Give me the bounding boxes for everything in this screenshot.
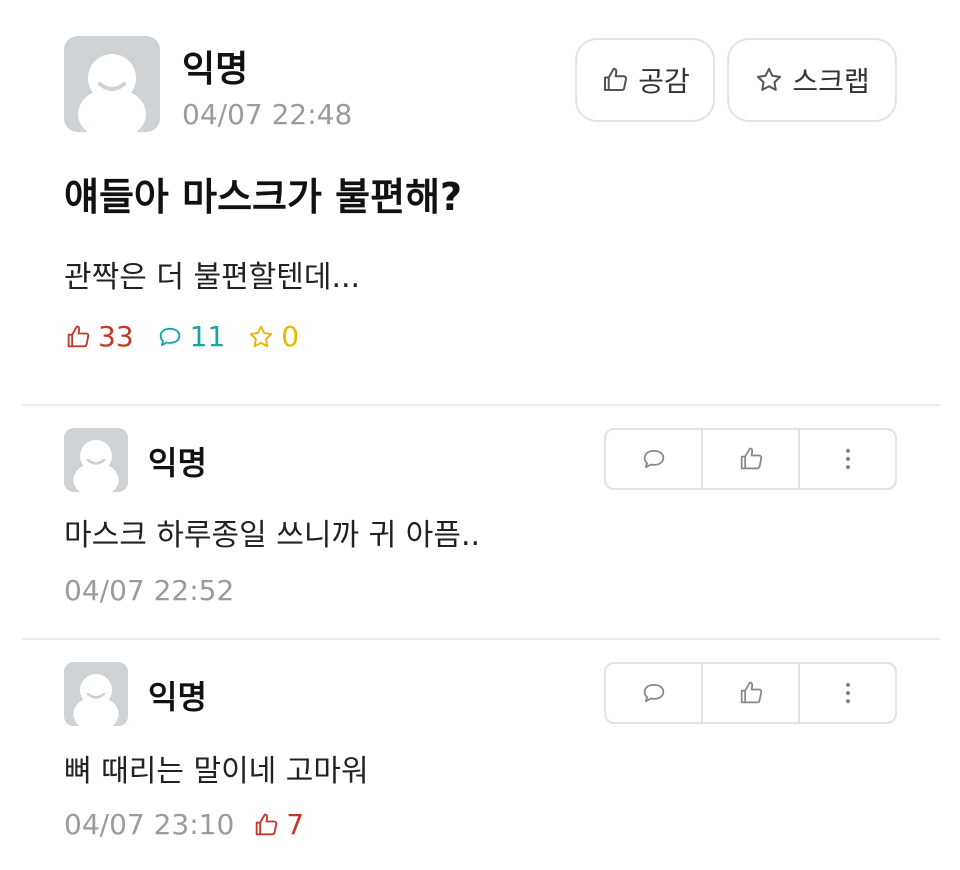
speech-bubble-icon — [643, 449, 664, 469]
more-vertical-icon — [845, 448, 850, 470]
star-icon — [250, 325, 273, 347]
like-button-label: 공감 — [638, 65, 690, 98]
reply-button[interactable] — [606, 664, 703, 722]
comment-author-name: 익명 — [148, 444, 207, 482]
comment-like-button[interactable] — [703, 664, 800, 722]
star-icon — [757, 67, 782, 91]
comment-count: 11 — [156, 320, 226, 353]
thumbs-up-icon — [256, 813, 278, 835]
post-body: 관짝은 더 불편할텐데... — [64, 260, 361, 295]
comment-timestamp: 04/07 22:52 — [64, 574, 235, 607]
scrap-count: 0 — [247, 320, 299, 353]
scrap-count-value: 0 — [281, 320, 300, 353]
reply-button[interactable] — [606, 430, 703, 488]
thumbs-up-icon — [740, 681, 762, 704]
post-stats: 33 11 0 — [64, 320, 299, 353]
more-vertical-icon — [845, 682, 850, 704]
post-author-avatar — [64, 36, 160, 132]
comment-actions — [604, 662, 897, 724]
comment-text: 마스크 하루종일 쓰니까 귀 아픔.. — [64, 518, 481, 553]
comment-count-value: 11 — [189, 320, 226, 353]
thumbs-up-icon — [604, 67, 628, 91]
divider — [22, 638, 940, 640]
comment-meta: 04/07 23:10 7 — [64, 808, 304, 841]
comment-author-avatar — [64, 662, 128, 726]
avatar-placeholder-icon — [64, 662, 128, 726]
post-title: 얘들아 마스크가 불편해? — [64, 175, 463, 219]
comment-author-avatar — [64, 428, 128, 492]
comment-timestamp: 04/07 23:10 — [64, 808, 235, 841]
comment-like-count-value: 7 — [286, 808, 305, 841]
like-count-value: 33 — [98, 320, 134, 353]
more-options-button[interactable] — [800, 430, 895, 488]
speech-bubble-icon — [643, 683, 664, 703]
scrap-button[interactable]: 스크랩 — [727, 38, 897, 122]
more-options-button[interactable] — [800, 664, 895, 722]
comment-actions — [604, 428, 897, 490]
speech-bubble-icon — [159, 327, 180, 346]
post-timestamp: 04/07 22:48 — [182, 98, 353, 131]
divider — [22, 404, 940, 406]
comment-text: 뼈 때리는 말이네 고마워 — [64, 754, 369, 789]
avatar-placeholder-icon — [64, 36, 160, 132]
post-author-name: 익명 — [182, 49, 249, 90]
like-button[interactable]: 공감 — [575, 38, 715, 122]
comment-like-count: 7 — [252, 808, 304, 841]
thumbs-up-icon — [740, 447, 762, 470]
like-count: 33 — [64, 320, 134, 353]
avatar-placeholder-icon — [64, 428, 128, 492]
scrap-button-label: 스크랩 — [792, 65, 870, 98]
comment-author-name: 익명 — [148, 678, 207, 716]
comment-like-button[interactable] — [703, 430, 800, 488]
thumbs-up-icon — [67, 325, 90, 347]
